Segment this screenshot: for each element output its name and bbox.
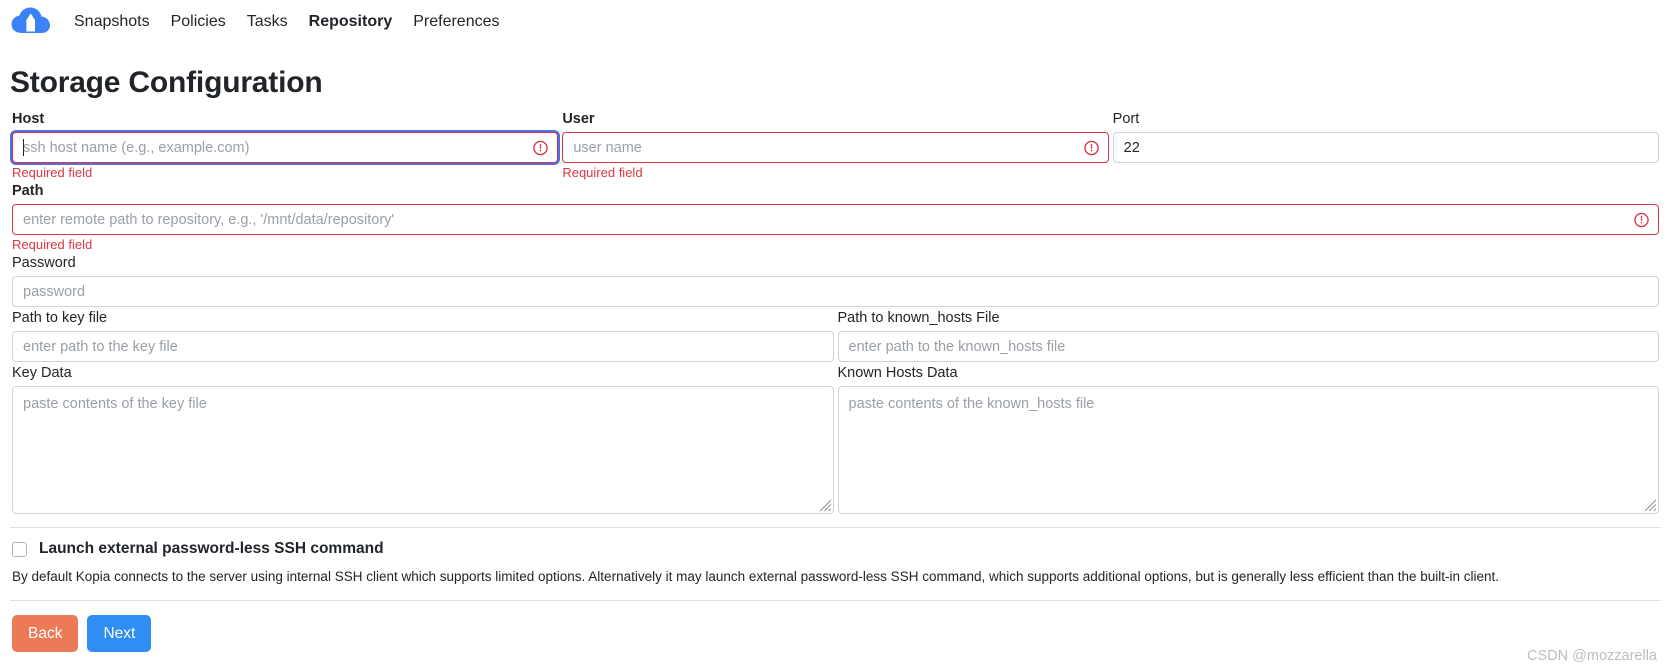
- form-actions: Back Next: [10, 614, 1661, 652]
- row-key-and-knownhosts-data: Key Data Known Hosts Data: [10, 363, 1661, 514]
- path-label: Path: [12, 183, 44, 199]
- field-group-path: Path Required field: [10, 181, 1661, 253]
- external-ssh-help-text: By default Kopia connects to the server …: [12, 569, 1500, 584]
- path-error-message: Required field: [12, 237, 93, 252]
- nav-link-policies[interactable]: Policies: [171, 13, 226, 31]
- host-input[interactable]: [12, 132, 559, 163]
- nav-link-repository[interactable]: Repository: [309, 13, 393, 31]
- field-group-port: Port: [1111, 109, 1661, 181]
- password-input[interactable]: [12, 276, 1659, 307]
- external-ssh-checkbox-label[interactable]: Launch external password-less SSH comman…: [39, 540, 384, 558]
- known-hosts-data-label: Known Hosts Data: [837, 365, 958, 381]
- field-group-known-hosts-data: Known Hosts Data: [836, 363, 1662, 514]
- known-hosts-path-input[interactable]: [837, 331, 1659, 362]
- watermark: CSDN @mozzarella: [1527, 648, 1657, 664]
- storage-configuration-page: Storage Configuration Host Required fiel…: [0, 66, 1671, 652]
- nav-link-snapshots[interactable]: Snapshots: [74, 13, 150, 31]
- field-group-key-file-path: Path to key file: [10, 308, 836, 362]
- known-hosts-path-label: Path to known_hosts File: [837, 310, 1000, 326]
- key-file-path-input[interactable]: [12, 331, 834, 362]
- field-group-key-data: Key Data: [10, 363, 836, 514]
- field-group-known-hosts-path: Path to known_hosts File: [836, 308, 1662, 362]
- known-hosts-data-textarea[interactable]: [837, 386, 1659, 514]
- field-group-password: Password: [10, 253, 1661, 307]
- row-key-and-knownhosts-paths: Path to key file Path to known_hosts Fil…: [10, 308, 1661, 362]
- external-ssh-checkbox-row: Launch external password-less SSH comman…: [10, 540, 1661, 558]
- host-error-message: Required field: [12, 165, 93, 180]
- next-button[interactable]: Next: [87, 614, 152, 652]
- port-input[interactable]: [1112, 132, 1659, 163]
- user-label: User: [562, 111, 595, 127]
- external-ssh-checkbox[interactable]: [12, 541, 27, 557]
- cloud-upload-logo-icon: [11, 7, 50, 33]
- nav-link-tasks[interactable]: Tasks: [247, 13, 288, 31]
- user-error-message: Required field: [562, 165, 643, 180]
- nav-links: Snapshots Policies Tasks Repository Pref…: [74, 13, 500, 31]
- port-label: Port: [1112, 111, 1140, 127]
- host-label: Host: [12, 111, 45, 127]
- text-caret: [23, 139, 24, 156]
- key-data-label: Key Data: [12, 365, 72, 381]
- key-data-textarea[interactable]: [12, 386, 834, 514]
- page-title: Storage Configuration: [10, 66, 323, 99]
- path-input[interactable]: [12, 204, 1659, 235]
- row-password: Password: [10, 253, 1661, 307]
- main-navbar: Snapshots Policies Tasks Repository Pref…: [0, 0, 1671, 44]
- key-file-path-label: Path to key file: [12, 310, 108, 326]
- field-group-host: Host Required field: [10, 109, 560, 181]
- row-host-user-port: Host Required field User: [10, 109, 1661, 181]
- user-input[interactable]: [562, 132, 1109, 163]
- divider-above-checkbox: [10, 527, 1661, 528]
- app-logo[interactable]: [8, 5, 60, 39]
- nav-link-preferences[interactable]: Preferences: [413, 13, 499, 31]
- row-path: Path Required field: [10, 181, 1661, 253]
- password-label: Password: [12, 255, 76, 271]
- field-group-user: User Required field: [560, 109, 1110, 181]
- divider-above-buttons: [10, 599, 1661, 601]
- back-button[interactable]: Back: [12, 614, 79, 652]
